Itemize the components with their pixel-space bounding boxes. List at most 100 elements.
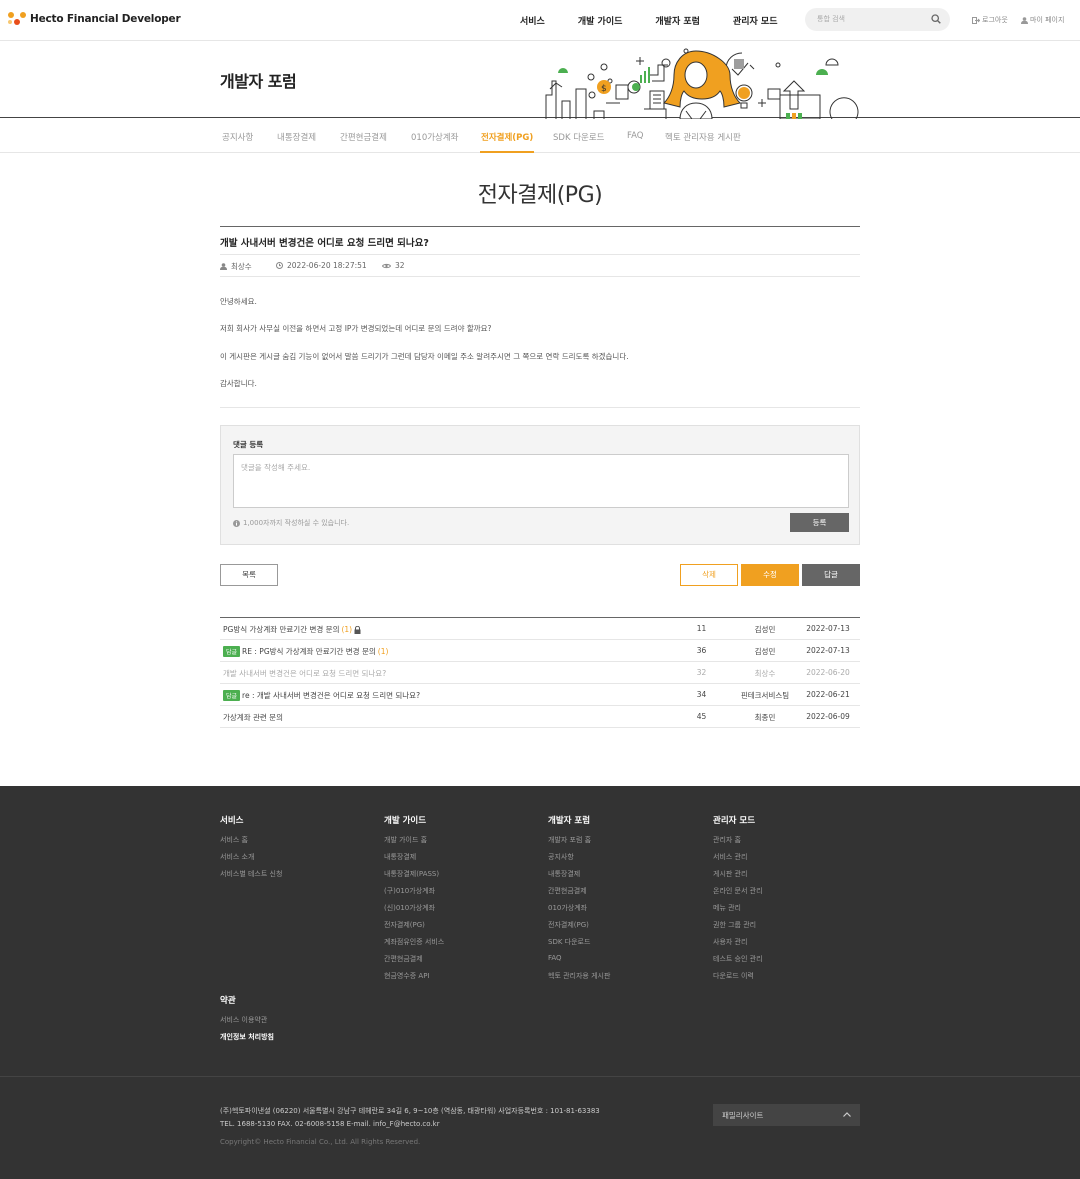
row-title-text: PG방식 가상계좌 만료기간 변경 문의 bbox=[223, 625, 340, 634]
table-row[interactable]: PG방식 가상계좌 만료기간 변경 문의 (1) 11 김성민 2022-07-13 bbox=[220, 618, 860, 640]
footer-link[interactable]: 전자결제(PG) bbox=[384, 920, 444, 929]
row-title-text: 개발 사내서버 변경건은 어디로 요청 드리면 되나요? bbox=[223, 669, 387, 678]
tab-pg[interactable]: 전자결제(PG) bbox=[481, 131, 533, 143]
row-title-text: 가상계좌 관련 문의 bbox=[223, 713, 283, 722]
mypage-link[interactable]: 마이 페이지 bbox=[1021, 15, 1064, 25]
tab-notice[interactable]: 공지사항 bbox=[222, 131, 253, 143]
footer-link[interactable]: 서비스 홈 bbox=[220, 835, 282, 844]
footer-link[interactable]: 메뉴 관리 bbox=[713, 903, 763, 912]
footer-link[interactable]: 다운로드 이력 bbox=[713, 971, 763, 980]
footer-link[interactable]: 사용자 관리 bbox=[713, 937, 763, 946]
reply-badge: 답글 bbox=[223, 646, 241, 657]
footer-link[interactable]: 서비스별 테스트 신청 bbox=[220, 869, 282, 878]
footer-link[interactable]: 게시판 관리 bbox=[713, 869, 763, 878]
family-site-select[interactable]: 패밀리사이트 bbox=[713, 1104, 860, 1126]
footer-link[interactable]: 간편현금결제 bbox=[548, 886, 610, 895]
table-row[interactable]: 답글 RE : PG방식 가상계좌 만료기간 변경 문의 (1) 36 김성민 2022-… bbox=[220, 640, 860, 662]
footer-link[interactable]: (신)010가상계좌 bbox=[384, 903, 444, 912]
table-row[interactable]: 가상계좌 관련 문의 45 최종민 2022-06-09 bbox=[220, 706, 860, 728]
post-body-line: 이 게시판은 게시글 숨김 기능이 없어서 말씀 드리기가 그런데 담당자 이메… bbox=[220, 352, 629, 361]
list-button[interactable]: 목록 bbox=[220, 564, 278, 586]
row-title[interactable]: PG방식 가상계좌 만료기간 변경 문의 (1) bbox=[223, 624, 361, 635]
logout-link[interactable]: 로그아웃 bbox=[972, 15, 1008, 25]
footer-terms-of-service[interactable]: 서비스 이용약관 bbox=[220, 1015, 274, 1025]
footer-link[interactable]: 공지사항 bbox=[548, 852, 610, 861]
row-author: 김성민 bbox=[754, 625, 776, 634]
post-author: 최상수 bbox=[220, 261, 252, 272]
user-icon bbox=[1021, 16, 1028, 24]
divider bbox=[220, 254, 860, 255]
footer-link[interactable]: 서비스 소개 bbox=[220, 852, 282, 861]
footer-link[interactable]: 010가상계좌 bbox=[548, 903, 610, 912]
footer-col-title: 개발자 포럼 bbox=[548, 816, 591, 826]
row-title[interactable]: 가상계좌 관련 문의 bbox=[223, 712, 283, 723]
comment-count: (1) bbox=[377, 647, 389, 656]
logout-label: 로그아웃 bbox=[982, 16, 1008, 24]
footer-link[interactable]: 계좌점유인증 서비스 bbox=[384, 937, 444, 946]
search-input[interactable]: 통합 검색 bbox=[805, 8, 950, 31]
footer-link[interactable]: 테스트 승인 관리 bbox=[713, 954, 763, 963]
edit-button[interactable]: 수정 bbox=[741, 564, 799, 586]
footer-col-admin: 관리자 모드 관리자 홈 서비스 관리 게시판 관리 온라인 문서 관리 메뉴 관리 권한 … bbox=[713, 814, 763, 988]
tab-admin-board[interactable]: 헥토 관리자용 게시판 bbox=[665, 131, 741, 143]
chevron-up-icon bbox=[843, 1112, 851, 1117]
footer-link[interactable]: FAQ bbox=[548, 954, 610, 963]
nav-dev-forum[interactable]: 개발자 포럼 bbox=[655, 14, 700, 27]
footer-link[interactable]: 개발자 포럼 홈 bbox=[548, 835, 610, 844]
comment-textarea[interactable]: 댓글을 작성해 주세요. bbox=[233, 454, 849, 508]
lock-icon bbox=[354, 625, 361, 634]
row-views: 34 bbox=[696, 690, 707, 699]
footer-link[interactable]: (구)010가상계좌 bbox=[384, 886, 444, 895]
footer-contact-info: TEL. 1688-5130 FAX. 02-6008-5158 E-mail.… bbox=[220, 1120, 440, 1128]
footer-link[interactable]: 헥토 관리자용 게시판 bbox=[548, 971, 610, 980]
footer-link[interactable]: 내통장결제 bbox=[384, 852, 444, 861]
post-body-line: 저희 회사가 사무실 이전을 하면서 고정 IP가 변경되었는데 어디로 문의 … bbox=[220, 324, 492, 333]
footer-link[interactable]: 온라인 문서 관리 bbox=[713, 886, 763, 895]
row-views: 11 bbox=[696, 624, 707, 633]
tab-my-account-payment[interactable]: 내통장결제 bbox=[277, 131, 316, 143]
footer-col-title: 서비스 bbox=[220, 816, 244, 826]
footer-link[interactable]: 간편현금결제 bbox=[384, 954, 444, 963]
row-title[interactable]: 답글 RE : PG방식 가상계좌 만료기간 변경 문의 (1) bbox=[223, 646, 388, 657]
row-title-text: re : 개발 사내서버 변경건은 어디로 요청 드리면 되나요? bbox=[242, 691, 421, 700]
tab-easy-cash-payment[interactable]: 간편현금결제 bbox=[340, 131, 387, 143]
row-title-text: RE : PG방식 가상계좌 만료기간 변경 문의 bbox=[242, 647, 376, 656]
footer-col-dev-guide: 개발 가이드 개발 가이드 홈 내통장결제 내통장결제(PASS) (구)010가상계좌… bbox=[384, 814, 444, 988]
delete-button[interactable]: 삭제 bbox=[680, 564, 738, 586]
post-views: 32 bbox=[382, 261, 405, 270]
row-author: 김성민 bbox=[754, 647, 776, 656]
footer-link[interactable]: 현금영수증 API bbox=[384, 971, 444, 980]
footer-company-info: (주)헥토파이낸셜 (06220) 서울특별시 강남구 테헤란로 34길 6, … bbox=[220, 1107, 600, 1115]
nav-service[interactable]: 서비스 bbox=[520, 14, 545, 27]
footer-link[interactable]: SDK 다운로드 bbox=[548, 937, 610, 946]
tab-010-virtual-account[interactable]: 010가상계좌 bbox=[411, 131, 459, 143]
row-title[interactable]: 개발 사내서버 변경건은 어디로 요청 드리면 되나요? bbox=[223, 668, 386, 679]
page-title: 전자결제(PG) bbox=[477, 183, 603, 208]
table-row[interactable]: 개발 사내서버 변경건은 어디로 요청 드리면 되나요? 32 최상수 2022-06… bbox=[220, 662, 860, 684]
logo[interactable]: Hecto Financial Developer bbox=[8, 12, 181, 26]
post-datetime: 2022-06-20 18:27:51 bbox=[276, 261, 367, 270]
footer-link[interactable]: 서비스 관리 bbox=[713, 852, 763, 861]
mypage-label: 마이 페이지 bbox=[1030, 16, 1065, 24]
footer-link[interactable]: 내통장결제 bbox=[548, 869, 610, 878]
footer-privacy-policy[interactable]: 개인정보 처리방침 bbox=[220, 1032, 274, 1042]
main-nav: 서비스 개발 가이드 개발자 포럼 관리자 모드 bbox=[520, 14, 810, 27]
footer-link[interactable]: 권한 그룹 관리 bbox=[713, 920, 763, 929]
nav-admin-mode[interactable]: 관리자 모드 bbox=[733, 14, 778, 27]
post-body-line: 안녕하세요. bbox=[220, 297, 257, 306]
svg-text:$: $ bbox=[601, 84, 607, 94]
comment-submit-button[interactable]: 등록 bbox=[790, 513, 849, 532]
reply-button[interactable]: 답글 bbox=[802, 564, 860, 586]
footer-link[interactable]: 개발 가이드 홈 bbox=[384, 835, 444, 844]
tab-sdk-download[interactable]: SDK 다운로드 bbox=[553, 131, 605, 143]
nav-dev-guide[interactable]: 개발 가이드 bbox=[578, 14, 623, 27]
clock-icon bbox=[276, 262, 283, 269]
footer-link[interactable]: 전자결제(PG) bbox=[548, 920, 610, 929]
search-icon[interactable] bbox=[931, 14, 941, 24]
row-title[interactable]: 답글 re : 개발 사내서버 변경건은 어디로 요청 드리면 되나요? bbox=[223, 690, 420, 701]
logout-icon bbox=[972, 16, 980, 24]
footer-link[interactable]: 관리자 홈 bbox=[713, 835, 763, 844]
tab-faq[interactable]: FAQ bbox=[627, 131, 643, 141]
table-row[interactable]: 답글 re : 개발 사내서버 변경건은 어디로 요청 드리면 되나요? 34 핀테크… bbox=[220, 684, 860, 706]
footer-link[interactable]: 내통장결제(PASS) bbox=[384, 869, 444, 878]
